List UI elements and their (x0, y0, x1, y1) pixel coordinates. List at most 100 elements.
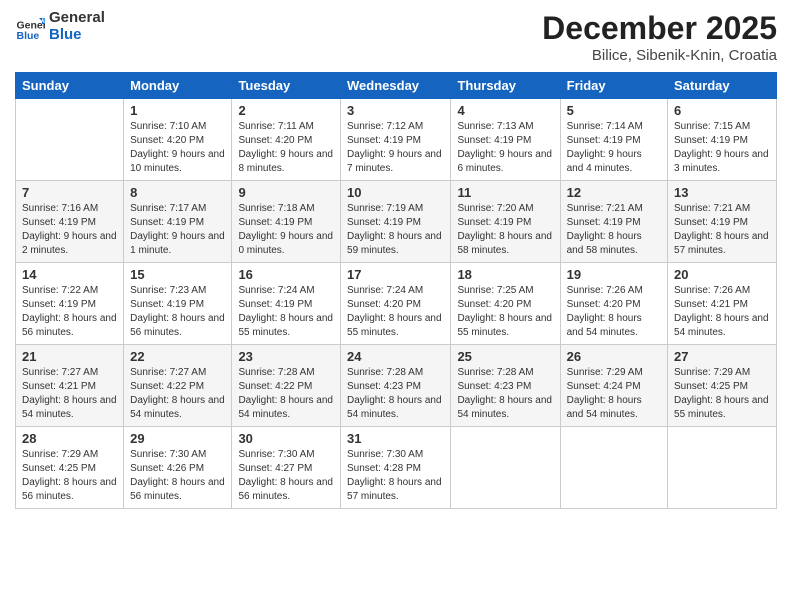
day-number: 24 (347, 349, 444, 364)
calendar-week-row: 1 Sunrise: 7:10 AMSunset: 4:20 PMDayligh… (16, 99, 777, 181)
table-row: 7 Sunrise: 7:16 AMSunset: 4:19 PMDayligh… (16, 181, 124, 263)
day-info: Sunrise: 7:29 AMSunset: 4:25 PMDaylight:… (22, 448, 117, 504)
day-number: 28 (22, 431, 117, 446)
day-info: Sunrise: 7:30 AMSunset: 4:28 PMDaylight:… (347, 448, 444, 504)
table-row: 11 Sunrise: 7:20 AMSunset: 4:19 PMDaylig… (451, 181, 560, 263)
day-number: 21 (22, 349, 117, 364)
day-number: 30 (238, 431, 334, 446)
col-monday: Monday (124, 73, 232, 99)
calendar-week-row: 28 Sunrise: 7:29 AMSunset: 4:25 PMDaylig… (16, 427, 777, 509)
day-info: Sunrise: 7:11 AMSunset: 4:20 PMDaylight:… (238, 120, 334, 176)
table-row: 12 Sunrise: 7:21 AMSunset: 4:19 PMDaylig… (560, 181, 667, 263)
day-info: Sunrise: 7:27 AMSunset: 4:21 PMDaylight:… (22, 366, 117, 422)
day-number: 3 (347, 103, 444, 118)
table-row: 16 Sunrise: 7:24 AMSunset: 4:19 PMDaylig… (232, 263, 341, 345)
day-info: Sunrise: 7:23 AMSunset: 4:19 PMDaylight:… (130, 284, 225, 340)
day-number: 13 (674, 185, 770, 200)
day-number: 29 (130, 431, 225, 446)
logo-icon: General Blue (15, 12, 45, 42)
svg-text:Blue: Blue (17, 30, 40, 42)
calendar-week-row: 14 Sunrise: 7:22 AMSunset: 4:19 PMDaylig… (16, 263, 777, 345)
col-saturday: Saturday (668, 73, 777, 99)
table-row: 17 Sunrise: 7:24 AMSunset: 4:20 PMDaylig… (341, 263, 451, 345)
day-number: 17 (347, 267, 444, 282)
table-row (668, 427, 777, 509)
table-row: 20 Sunrise: 7:26 AMSunset: 4:21 PMDaylig… (668, 263, 777, 345)
day-number: 25 (457, 349, 553, 364)
day-info: Sunrise: 7:10 AMSunset: 4:20 PMDaylight:… (130, 120, 225, 176)
calendar-week-row: 21 Sunrise: 7:27 AMSunset: 4:21 PMDaylig… (16, 345, 777, 427)
day-number: 5 (567, 103, 661, 118)
day-info: Sunrise: 7:14 AMSunset: 4:19 PMDaylight:… (567, 120, 661, 176)
table-row (560, 427, 667, 509)
title-block: December 2025 Bilice, Sibenik-Knin, Croa… (542, 10, 777, 64)
page-container: General Blue General Blue December 2025 … (0, 0, 792, 612)
table-row: 24 Sunrise: 7:28 AMSunset: 4:23 PMDaylig… (341, 345, 451, 427)
day-info: Sunrise: 7:28 AMSunset: 4:23 PMDaylight:… (347, 366, 444, 422)
table-row: 26 Sunrise: 7:29 AMSunset: 4:24 PMDaylig… (560, 345, 667, 427)
table-row (451, 427, 560, 509)
table-row: 29 Sunrise: 7:30 AMSunset: 4:26 PMDaylig… (124, 427, 232, 509)
day-info: Sunrise: 7:12 AMSunset: 4:19 PMDaylight:… (347, 120, 444, 176)
day-info: Sunrise: 7:27 AMSunset: 4:22 PMDaylight:… (130, 366, 225, 422)
table-row: 10 Sunrise: 7:19 AMSunset: 4:19 PMDaylig… (341, 181, 451, 263)
table-row: 8 Sunrise: 7:17 AMSunset: 4:19 PMDayligh… (124, 181, 232, 263)
day-number: 23 (238, 349, 334, 364)
day-number: 18 (457, 267, 553, 282)
table-row: 6 Sunrise: 7:15 AMSunset: 4:19 PMDayligh… (668, 99, 777, 181)
table-row: 14 Sunrise: 7:22 AMSunset: 4:19 PMDaylig… (16, 263, 124, 345)
day-number: 16 (238, 267, 334, 282)
table-row: 19 Sunrise: 7:26 AMSunset: 4:20 PMDaylig… (560, 263, 667, 345)
day-info: Sunrise: 7:17 AMSunset: 4:19 PMDaylight:… (130, 202, 225, 258)
table-row: 4 Sunrise: 7:13 AMSunset: 4:19 PMDayligh… (451, 99, 560, 181)
day-number: 2 (238, 103, 334, 118)
day-info: Sunrise: 7:28 AMSunset: 4:23 PMDaylight:… (457, 366, 553, 422)
page-header: General Blue General Blue December 2025 … (15, 10, 777, 64)
day-info: Sunrise: 7:30 AMSunset: 4:26 PMDaylight:… (130, 448, 225, 504)
day-info: Sunrise: 7:29 AMSunset: 4:25 PMDaylight:… (674, 366, 770, 422)
day-info: Sunrise: 7:20 AMSunset: 4:19 PMDaylight:… (457, 202, 553, 258)
day-info: Sunrise: 7:13 AMSunset: 4:19 PMDaylight:… (457, 120, 553, 176)
logo-general: General (49, 9, 105, 26)
day-info: Sunrise: 7:24 AMSunset: 4:20 PMDaylight:… (347, 284, 444, 340)
day-number: 6 (674, 103, 770, 118)
day-number: 22 (130, 349, 225, 364)
table-row: 5 Sunrise: 7:14 AMSunset: 4:19 PMDayligh… (560, 99, 667, 181)
table-row: 28 Sunrise: 7:29 AMSunset: 4:25 PMDaylig… (16, 427, 124, 509)
day-info: Sunrise: 7:21 AMSunset: 4:19 PMDaylight:… (567, 202, 661, 258)
day-info: Sunrise: 7:30 AMSunset: 4:27 PMDaylight:… (238, 448, 334, 504)
day-number: 14 (22, 267, 117, 282)
table-row: 13 Sunrise: 7:21 AMSunset: 4:19 PMDaylig… (668, 181, 777, 263)
day-number: 9 (238, 185, 334, 200)
day-info: Sunrise: 7:22 AMSunset: 4:19 PMDaylight:… (22, 284, 117, 340)
table-row: 3 Sunrise: 7:12 AMSunset: 4:19 PMDayligh… (341, 99, 451, 181)
calendar-week-row: 7 Sunrise: 7:16 AMSunset: 4:19 PMDayligh… (16, 181, 777, 263)
day-number: 1 (130, 103, 225, 118)
day-number: 20 (674, 267, 770, 282)
day-info: Sunrise: 7:15 AMSunset: 4:19 PMDaylight:… (674, 120, 770, 176)
table-row: 31 Sunrise: 7:30 AMSunset: 4:28 PMDaylig… (341, 427, 451, 509)
col-tuesday: Tuesday (232, 73, 341, 99)
table-row: 23 Sunrise: 7:28 AMSunset: 4:22 PMDaylig… (232, 345, 341, 427)
day-info: Sunrise: 7:25 AMSunset: 4:20 PMDaylight:… (457, 284, 553, 340)
table-row: 18 Sunrise: 7:25 AMSunset: 4:20 PMDaylig… (451, 263, 560, 345)
day-number: 7 (22, 185, 117, 200)
day-info: Sunrise: 7:16 AMSunset: 4:19 PMDaylight:… (22, 202, 117, 258)
day-info: Sunrise: 7:28 AMSunset: 4:22 PMDaylight:… (238, 366, 334, 422)
col-sunday: Sunday (16, 73, 124, 99)
day-number: 19 (567, 267, 661, 282)
table-row: 22 Sunrise: 7:27 AMSunset: 4:22 PMDaylig… (124, 345, 232, 427)
day-info: Sunrise: 7:26 AMSunset: 4:21 PMDaylight:… (674, 284, 770, 340)
table-row: 15 Sunrise: 7:23 AMSunset: 4:19 PMDaylig… (124, 263, 232, 345)
day-number: 31 (347, 431, 444, 446)
day-number: 8 (130, 185, 225, 200)
col-friday: Friday (560, 73, 667, 99)
calendar-header-row: Sunday Monday Tuesday Wednesday Thursday… (16, 73, 777, 99)
calendar-table: Sunday Monday Tuesday Wednesday Thursday… (15, 72, 777, 509)
day-number: 26 (567, 349, 661, 364)
day-number: 15 (130, 267, 225, 282)
day-number: 4 (457, 103, 553, 118)
col-wednesday: Wednesday (341, 73, 451, 99)
table-row: 2 Sunrise: 7:11 AMSunset: 4:20 PMDayligh… (232, 99, 341, 181)
month-title: December 2025 (542, 10, 777, 47)
